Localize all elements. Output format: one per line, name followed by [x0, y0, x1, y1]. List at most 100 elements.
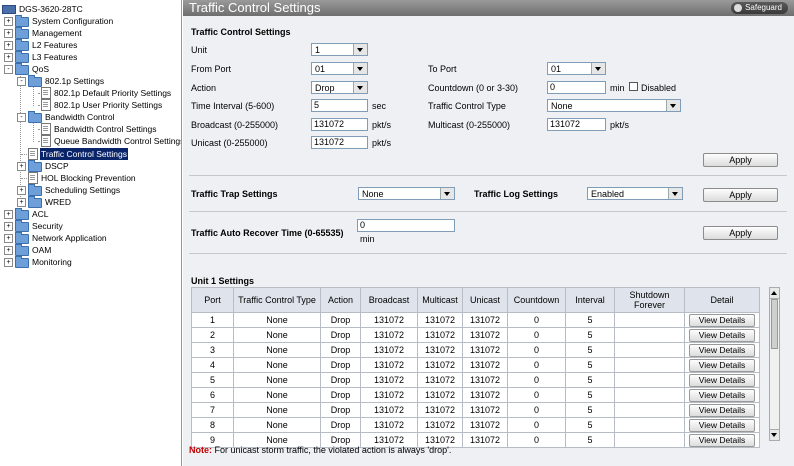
- column-header: Broadcast: [360, 287, 418, 313]
- interval-input[interactable]: 5: [311, 99, 368, 112]
- unicast-input[interactable]: 131072: [311, 136, 368, 149]
- tree-root-label: DGS-3620-28TC: [19, 4, 83, 14]
- trap-select[interactable]: None: [358, 187, 455, 200]
- view-details-button[interactable]: View Details: [689, 329, 755, 342]
- note: Note: For unicast storm traffic, the vio…: [189, 445, 451, 455]
- tree-item-label: L2 Features: [32, 40, 78, 50]
- countdown-input[interactable]: 0: [547, 81, 606, 94]
- collapse-icon[interactable]: -: [17, 113, 26, 122]
- scroll-down-icon[interactable]: [770, 429, 779, 440]
- table-cell: 131072: [417, 387, 463, 403]
- folder-icon: [28, 75, 42, 87]
- table-cell: 131072: [360, 402, 418, 418]
- from-port-value: 01: [315, 64, 326, 74]
- tree-item-label: Bandwidth Control: [45, 112, 115, 122]
- expand-icon[interactable]: +: [17, 162, 26, 171]
- table-cell: 5: [565, 387, 615, 403]
- table-cell: 131072: [360, 417, 418, 433]
- recover-input[interactable]: 0: [357, 219, 455, 232]
- scroll-thumb[interactable]: [771, 299, 778, 349]
- table-cell: None: [233, 312, 321, 328]
- expand-icon[interactable]: +: [4, 234, 13, 243]
- recover-unit: min: [360, 234, 375, 244]
- expand-icon[interactable]: +: [4, 258, 13, 267]
- view-details-button[interactable]: View Details: [689, 344, 755, 357]
- to-port-value: 01: [551, 64, 562, 74]
- unit-select[interactable]: 1: [311, 43, 368, 56]
- collapse-icon[interactable]: -: [4, 65, 13, 74]
- collapse-icon[interactable]: -: [17, 77, 26, 86]
- tree-item-label: 802.1p Default Priority Settings: [54, 88, 172, 98]
- view-details-button[interactable]: View Details: [689, 359, 755, 372]
- tree-item-label: QoS: [32, 64, 50, 74]
- expand-icon[interactable]: +: [4, 41, 13, 50]
- table-row: 4 None Drop 131072 131072 131072 0 5 View Detail…: [191, 357, 760, 373]
- trap-apply-button[interactable]: Apply: [703, 188, 778, 202]
- table-cell: 131072: [417, 417, 463, 433]
- tree-item-label: OAM: [32, 245, 52, 255]
- scroll-up-icon[interactable]: [770, 288, 779, 299]
- table-cell: 0: [507, 312, 566, 328]
- action-select[interactable]: Drop: [311, 81, 368, 94]
- to-port-select[interactable]: 01: [547, 62, 606, 75]
- table-row: 8 None Drop 131072 131072 131072 0 5 View Detail…: [191, 417, 760, 433]
- expand-icon[interactable]: +: [4, 17, 13, 26]
- table-cell: 2: [191, 327, 234, 343]
- table-cell: 131072: [417, 312, 463, 328]
- tree-item-label: Network Application: [32, 233, 107, 243]
- table-cell: 5: [565, 312, 615, 328]
- table-header-row: Port Traffic Control Type Action Broadcast M…: [191, 287, 760, 313]
- disabled-checkbox[interactable]: [629, 82, 638, 91]
- table-cell: 0: [507, 387, 566, 403]
- expand-icon[interactable]: +: [4, 29, 13, 38]
- expand-icon[interactable]: +: [4, 246, 13, 255]
- column-header: Detail: [684, 287, 760, 313]
- table-cell: 131072: [462, 387, 508, 403]
- divider: [189, 253, 787, 254]
- table-scrollbar[interactable]: [769, 287, 780, 441]
- table-cell: View Details: [684, 372, 760, 388]
- table-cell: [614, 342, 685, 358]
- table-title: Unit 1 Settings: [191, 276, 255, 286]
- from-port-select[interactable]: 01: [311, 62, 368, 75]
- broadcast-input[interactable]: 131072: [311, 118, 368, 131]
- folder-icon: [15, 232, 29, 244]
- tree-item-label: Queue Bandwidth Control Settings: [54, 136, 182, 146]
- table-cell: View Details: [684, 432, 760, 448]
- view-details-button[interactable]: View Details: [689, 434, 755, 447]
- log-select[interactable]: Enabled: [587, 187, 683, 200]
- title-bar: Traffic Control Settings Safeguard: [183, 0, 794, 16]
- trap-value: None: [362, 189, 384, 199]
- view-details-button[interactable]: View Details: [689, 374, 755, 387]
- multicast-input[interactable]: 131072: [547, 118, 606, 131]
- unicast-label: Unicast (0-255000): [191, 138, 268, 148]
- table-cell: View Details: [684, 357, 760, 373]
- folder-icon: [15, 63, 29, 75]
- action-value: Drop: [315, 83, 335, 93]
- page-icon: [41, 135, 51, 147]
- expand-icon[interactable]: +: [4, 222, 13, 231]
- traffic-control-type-select[interactable]: None: [547, 99, 681, 112]
- tree-item-label: Traffic Control Settings: [40, 148, 128, 160]
- expand-icon[interactable]: +: [17, 198, 26, 207]
- unicast-unit: pkt/s: [372, 138, 392, 148]
- chevron-down-icon: [591, 63, 605, 74]
- apply-button[interactable]: Apply: [703, 153, 778, 167]
- table-cell: 0: [507, 327, 566, 343]
- view-details-button[interactable]: View Details: [689, 314, 755, 327]
- safeguard-icon: [734, 4, 743, 12]
- expand-icon[interactable]: +: [4, 210, 13, 219]
- expand-icon[interactable]: +: [4, 53, 13, 62]
- view-details-button[interactable]: View Details: [689, 419, 755, 432]
- chevron-down-icon: [440, 188, 454, 199]
- page-icon: [28, 172, 38, 184]
- interval-label: Time Interval (5-600): [191, 101, 275, 111]
- table-cell: Drop: [320, 387, 361, 403]
- table-cell: 0: [507, 342, 566, 358]
- table-cell: 0: [507, 357, 566, 373]
- navigation-tree: DGS-3620-28TC + System Configuration + Mana…: [0, 0, 182, 466]
- view-details-button[interactable]: View Details: [689, 404, 755, 417]
- view-details-button[interactable]: View Details: [689, 389, 755, 402]
- expand-icon[interactable]: +: [17, 186, 26, 195]
- recover-apply-button[interactable]: Apply: [703, 226, 778, 240]
